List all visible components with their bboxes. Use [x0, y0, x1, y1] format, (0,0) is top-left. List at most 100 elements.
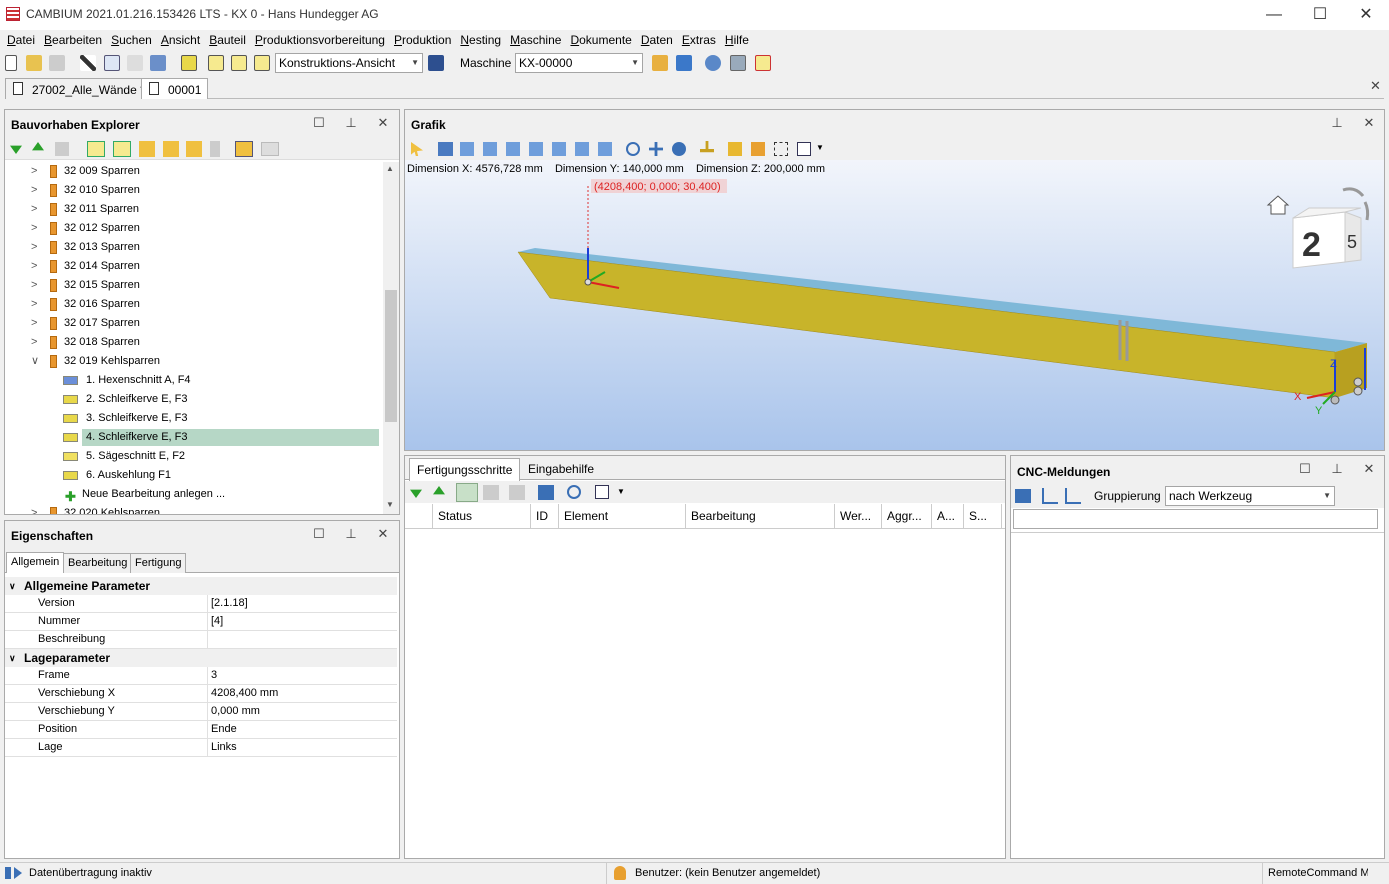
tree-item[interactable]: >32 013 Sparren [5, 238, 383, 257]
col-id[interactable]: ID [531, 504, 559, 528]
tree-item-expanded[interactable]: ∨ 32 019 Kehlsparren [5, 352, 383, 371]
add-group-icon[interactable] [113, 141, 131, 157]
tree-item[interactable]: >32 009 Sparren [5, 162, 383, 181]
frame-select-icon[interactable] [774, 142, 788, 156]
prop-row-position[interactable]: Position Ende [5, 721, 397, 739]
view-back-icon[interactable] [483, 142, 497, 156]
pan-icon[interactable] [649, 142, 663, 156]
menu-produktion[interactable]: Produktion [391, 31, 454, 49]
tree-item[interactable]: >32 020 Kehlsparren [5, 504, 383, 514]
menu-produktionsvorbereitung[interactable]: Produktionsvorbereitung [252, 31, 388, 49]
view-bottom-icon[interactable] [529, 142, 543, 156]
new-file-icon[interactable] [5, 55, 17, 71]
measure-icon[interactable] [700, 141, 714, 153]
col-aggregat[interactable]: Aggr... [882, 504, 932, 528]
3d-viewport[interactable]: Z X Y 2 5 Dimension X: 4576,728 mm Dimen… [405, 160, 1384, 450]
view-top-icon[interactable] [506, 142, 520, 156]
zoom-icon[interactable] [626, 142, 640, 156]
menu-bauteil[interactable]: Bauteil [206, 31, 249, 49]
operation-item[interactable]: 2. Schleifkerve E, F3 [5, 390, 383, 409]
search-icon[interactable] [567, 485, 581, 499]
explorer-scrollbar[interactable]: ▲ ▼ [383, 162, 399, 514]
transfer-icon[interactable] [456, 483, 478, 502]
menu-bearbeiten[interactable]: Bearbeiten [41, 31, 105, 49]
tree-item[interactable]: >32 010 Sparren [5, 181, 383, 200]
machine-icon[interactable] [538, 485, 554, 500]
move-down-icon[interactable] [10, 145, 22, 154]
float-button[interactable]: ☐ [312, 526, 326, 542]
close-panel-button[interactable]: ✕ [1362, 115, 1376, 131]
dropdown-arrow-icon[interactable]: ▼ [617, 487, 625, 496]
section-icon[interactable] [751, 142, 765, 156]
part-icon[interactable] [181, 55, 197, 71]
col-werkzeug[interactable]: Wer... [835, 504, 882, 528]
view-double-icon[interactable] [231, 55, 247, 71]
dropdown-arrow-icon[interactable]: ▼ [816, 143, 824, 152]
sort-icon[interactable] [139, 141, 155, 157]
delete-icon[interactable] [150, 55, 166, 71]
menu-nesting[interactable]: Nesting [457, 31, 504, 49]
expand-tree-icon[interactable] [1042, 488, 1058, 504]
prop-row-version[interactable]: Version [2.1.18] [5, 595, 397, 613]
col-a[interactable]: A... [932, 504, 964, 528]
refresh-icon[interactable] [186, 141, 202, 157]
col-select[interactable] [405, 504, 433, 528]
connect-icon[interactable] [705, 55, 721, 71]
close-panel-button[interactable]: ✕ [1362, 461, 1376, 477]
category-lageparameter[interactable]: ∨ Lageparameter [5, 649, 397, 667]
collapse-tree-icon[interactable] [1065, 488, 1081, 504]
col-element[interactable]: Element [559, 504, 686, 528]
col-status[interactable]: Status [433, 504, 531, 528]
print-icon[interactable] [730, 55, 746, 71]
prop-row-verschiebung-x[interactable]: Verschiebung X 4208,400 mm [5, 685, 397, 703]
move-up-icon[interactable] [433, 486, 445, 495]
add-part-icon[interactable] [87, 141, 105, 157]
tree-item[interactable]: >32 015 Sparren [5, 276, 383, 295]
minimize-button[interactable]: — [1251, 0, 1297, 30]
machine-select[interactable]: KX-00000 ▼ [515, 53, 643, 73]
tab-fertigungsschritte[interactable]: Fertigungsschritte [409, 458, 521, 481]
view-left-icon[interactable] [552, 142, 566, 156]
menu-dokumente[interactable]: Dokumente [567, 31, 634, 49]
pin-button[interactable]: ⊥ [344, 115, 358, 131]
maximize-button[interactable]: ☐ [1297, 0, 1343, 30]
prop-row-verschiebung-y[interactable]: Verschiebung Y 0,000 mm [5, 703, 397, 721]
prop-row-lage[interactable]: Lage Links [5, 739, 397, 757]
operation-item[interactable]: 3. Schleifkerve E, F3 [5, 409, 383, 428]
category-allgemeine-parameter[interactable]: ∨ Allgemeine Parameter [5, 577, 397, 595]
scroll-thumb[interactable] [385, 290, 397, 422]
checklist-icon[interactable] [595, 485, 609, 499]
operation-item-selected[interactable]: 4. Schleifkerve E, F3 [5, 428, 383, 447]
home-view-icon[interactable] [438, 142, 453, 156]
float-button[interactable]: ☐ [312, 115, 326, 131]
menu-suchen[interactable]: Suchen [108, 31, 155, 49]
doc-tab-27002[interactable]: 27002_Alle_Wände * [5, 78, 152, 99]
tab-fertigung[interactable]: Fertigung [130, 553, 187, 573]
tab-allgemein[interactable]: Allgemein [6, 552, 65, 573]
pin-button[interactable]: ⊥ [1330, 115, 1344, 131]
tree-item[interactable]: >32 018 Sparren [5, 333, 383, 352]
view-select[interactable]: Konstruktions-Ansicht ▼ [275, 53, 423, 73]
menu-extras[interactable]: Extras [679, 31, 719, 49]
tree-item[interactable]: >32 012 Sparren [5, 219, 383, 238]
save-icon[interactable] [49, 55, 65, 71]
tab-eingabehilfe[interactable]: Eingabehilfe [528, 462, 594, 476]
col-bearbeitung[interactable]: Bearbeitung [686, 504, 835, 528]
view-grid-icon[interactable] [254, 55, 270, 71]
prop-row-frame[interactable]: Frame 3 [5, 667, 397, 685]
operation-item[interactable]: 5. Sägeschnitt E, F2 [5, 447, 383, 466]
navigation-cube[interactable]: 2 5 [1292, 207, 1362, 269]
col-s[interactable]: S... [964, 504, 1002, 528]
filter-icon[interactable] [235, 141, 253, 157]
menu-hilfe[interactable]: Hilfe [722, 31, 752, 49]
view-right-icon[interactable] [575, 142, 589, 156]
move-down-icon[interactable] [410, 489, 422, 498]
menu-maschine[interactable]: Maschine [507, 31, 564, 49]
save-view-icon[interactable] [428, 55, 444, 71]
tree-item[interactable]: >32 011 Sparren [5, 200, 383, 219]
prop-row-beschreibung[interactable]: Beschreibung [5, 631, 397, 649]
close-panel-button[interactable]: ✕ [376, 526, 390, 542]
hand-icon[interactable] [652, 55, 668, 71]
operation-item[interactable]: 6. Auskehlung F1 [5, 466, 383, 485]
pointer-icon[interactable] [411, 142, 423, 156]
